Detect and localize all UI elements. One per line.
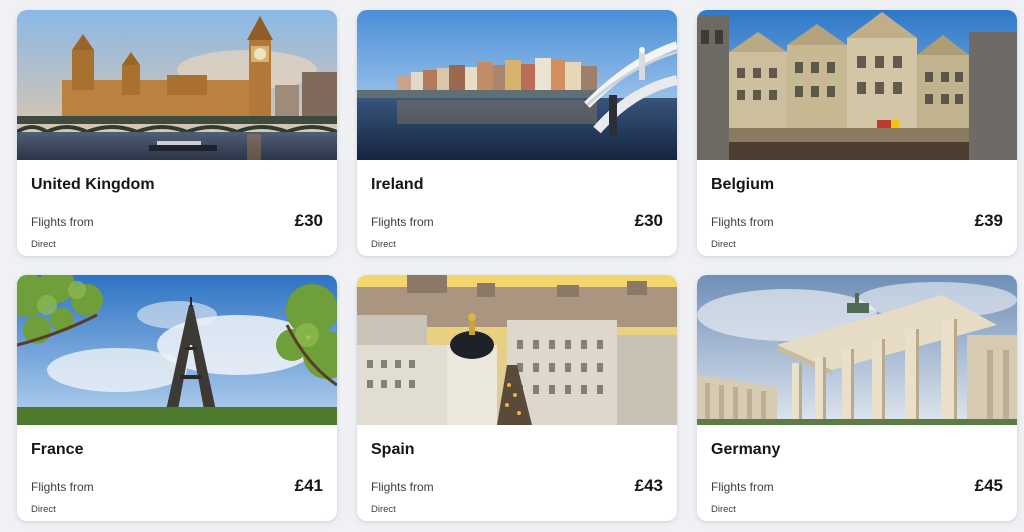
country-name: Belgium bbox=[711, 176, 775, 193]
flights-from-label: Flights from bbox=[711, 480, 774, 494]
card-details: Germany Flights from £45 Direct bbox=[697, 425, 1017, 521]
stops-label: Direct bbox=[711, 504, 736, 515]
flights-from-label: Flights from bbox=[31, 480, 94, 494]
price: £30 bbox=[294, 211, 323, 230]
price: £30 bbox=[634, 211, 663, 230]
stops-label: Direct bbox=[31, 239, 56, 250]
flights-from-label: Flights from bbox=[371, 480, 434, 494]
westminster-photo bbox=[17, 10, 337, 160]
card-details: Belgium Flights from £39 Direct bbox=[697, 160, 1017, 256]
destination-card-belgium[interactable]: Belgium Flights from £39 Direct bbox=[697, 10, 1017, 256]
eiffel-tower-photo bbox=[17, 275, 337, 425]
card-details: United Kingdom Flights from £30 Direct bbox=[17, 160, 337, 256]
flights-from-label: Flights from bbox=[711, 215, 774, 229]
stops-label: Direct bbox=[31, 504, 56, 515]
country-name: United Kingdom bbox=[31, 176, 155, 193]
card-details: Spain Flights from £43 Direct bbox=[357, 425, 677, 521]
brussels-grand-place-photo bbox=[697, 10, 1017, 160]
stops-label: Direct bbox=[711, 239, 736, 250]
flights-from-label: Flights from bbox=[31, 215, 94, 229]
price: £43 bbox=[634, 476, 663, 495]
country-name: Ireland bbox=[371, 176, 424, 193]
card-details: France Flights from £41 Direct bbox=[17, 425, 337, 521]
destination-card-united-kingdom[interactable]: United Kingdom Flights from £30 Direct bbox=[17, 10, 337, 256]
stops-label: Direct bbox=[371, 239, 396, 250]
destination-card-germany[interactable]: Germany Flights from £45 Direct bbox=[697, 275, 1017, 521]
price: £39 bbox=[974, 211, 1003, 230]
country-name: Spain bbox=[371, 441, 415, 458]
card-details: Ireland Flights from £30 Direct bbox=[357, 160, 677, 256]
destination-card-ireland[interactable]: Ireland Flights from £30 Direct bbox=[357, 10, 677, 256]
flights-from-label: Flights from bbox=[371, 215, 434, 229]
destination-card-france[interactable]: France Flights from £41 Direct bbox=[17, 275, 337, 521]
price: £45 bbox=[974, 476, 1003, 495]
destination-card-spain[interactable]: Spain Flights from £43 Direct bbox=[357, 275, 677, 521]
price: £41 bbox=[294, 476, 323, 495]
madrid-skyline-photo bbox=[357, 275, 677, 425]
country-name: France bbox=[31, 441, 84, 458]
dublin-river-photo bbox=[357, 10, 677, 160]
stops-label: Direct bbox=[371, 504, 396, 515]
brandenburg-gate-photo bbox=[697, 275, 1017, 425]
country-name: Germany bbox=[711, 441, 781, 458]
